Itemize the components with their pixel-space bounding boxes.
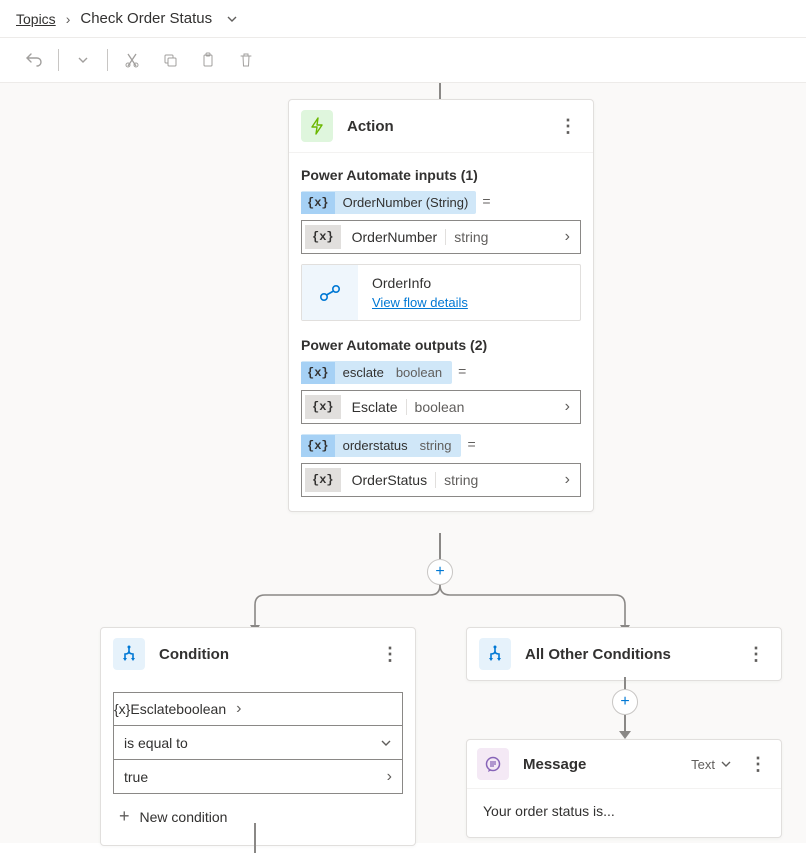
message-menu[interactable]: ⋮ — [745, 754, 771, 775]
paste-button[interactable] — [194, 46, 222, 74]
output2-variable-type: string — [416, 434, 462, 457]
message-node[interactable]: Message Text ⋮ Your order status is... — [466, 739, 782, 838]
equals: = — [482, 193, 490, 209]
output1-variable-type: boolean — [392, 361, 452, 384]
new-condition-button[interactable]: + New condition — [113, 794, 403, 833]
condition-value-field[interactable]: true › — [113, 760, 403, 794]
delete-button[interactable] — [232, 46, 260, 74]
input-variable-chip[interactable]: {x} OrderNumber (String) — [301, 191, 476, 214]
variable-icon: {x} — [305, 225, 341, 249]
arrow-down-icon — [619, 731, 631, 739]
plus-icon: + — [119, 806, 130, 827]
equals: = — [458, 363, 466, 379]
message-body[interactable]: Your order status is... — [467, 788, 781, 837]
all-other-title: All Other Conditions — [525, 646, 743, 663]
connector — [439, 83, 441, 99]
breadcrumb: Topics › Check Order Status — [0, 0, 806, 38]
all-other-header: All Other Conditions ⋮ — [467, 628, 781, 680]
condition-operator-field[interactable]: is equal to — [113, 726, 403, 760]
action-node[interactable]: Action ⋮ Power Automate inputs (1) {x} O… — [288, 99, 594, 512]
inputs-label: Power Automate inputs (1) — [301, 167, 581, 183]
variable-icon: {x} — [305, 395, 341, 419]
message-title: Message — [523, 756, 685, 773]
flow-icon — [302, 265, 358, 320]
chevron-right-icon: › — [226, 700, 251, 718]
condition-node[interactable]: Condition ⋮ {x} Esclate boolean › is equ… — [100, 627, 416, 846]
chevron-right-icon: › — [555, 228, 580, 246]
branch-icon — [113, 638, 145, 670]
equals: = — [467, 436, 475, 452]
chevron-right-icon: › — [377, 768, 402, 786]
copy-button[interactable] — [156, 46, 184, 74]
all-other-conditions-node[interactable]: All Other Conditions ⋮ — [466, 627, 782, 681]
variable-icon: {x} — [114, 701, 130, 717]
condition-operator: is equal to — [114, 735, 370, 751]
message-icon — [477, 748, 509, 780]
action-header: Action ⋮ — [289, 100, 593, 153]
message-type-selector[interactable]: Text — [685, 753, 737, 776]
output2-variable-chip[interactable]: {x} orderstatus string — [301, 434, 461, 457]
variable-icon: {x} — [301, 192, 335, 214]
new-condition-label: New condition — [140, 809, 228, 825]
output1-variable-chip[interactable]: {x} esclate boolean — [301, 361, 452, 384]
condition-value: true — [114, 769, 377, 785]
flow-card[interactable]: OrderInfo View flow details — [301, 264, 581, 321]
output1-field-name: Esclate — [344, 399, 406, 415]
breadcrumb-dropdown[interactable] — [222, 13, 238, 25]
toolbar — [0, 38, 806, 83]
toolbar-separator — [107, 49, 108, 71]
add-node-button[interactable]: + — [427, 559, 453, 585]
chevron-right-icon: › — [555, 471, 580, 489]
all-other-menu[interactable]: ⋮ — [743, 644, 769, 665]
redo-dropdown[interactable] — [69, 46, 97, 74]
input-variable-name: OrderNumber (String) — [335, 191, 477, 214]
output2-variable-name: orderstatus — [335, 434, 416, 457]
connector — [254, 823, 256, 853]
outputs-label: Power Automate outputs (2) — [301, 337, 581, 353]
input-field-name: OrderNumber — [344, 229, 446, 245]
chevron-right-icon: › — [555, 398, 580, 416]
undo-button[interactable] — [20, 46, 48, 74]
output1-field-type: boolean — [406, 399, 473, 415]
toolbar-separator — [58, 49, 59, 71]
action-body: Power Automate inputs (1) {x} OrderNumbe… — [289, 153, 593, 511]
action-menu[interactable]: ⋮ — [555, 116, 581, 137]
breadcrumb-root-link[interactable]: Topics — [16, 11, 56, 27]
condition-title: Condition — [159, 646, 377, 663]
breadcrumb-separator: › — [66, 11, 71, 27]
connector — [439, 533, 441, 559]
condition-header: Condition ⋮ — [101, 628, 415, 680]
condition-body: {x} Esclate boolean › is equal to true ›… — [101, 680, 415, 845]
input-field-type: string — [445, 229, 496, 245]
variable-icon: {x} — [301, 435, 335, 457]
message-header: Message Text ⋮ — [467, 740, 781, 788]
variable-icon: {x} — [301, 362, 335, 384]
flow-details-link[interactable]: View flow details — [372, 295, 468, 310]
branch-icon — [479, 638, 511, 670]
authoring-canvas: Action ⋮ Power Automate inputs (1) {x} O… — [0, 83, 806, 843]
cut-button[interactable] — [118, 46, 146, 74]
condition-variable-name: Esclate — [130, 701, 176, 717]
input-value-field[interactable]: {x} OrderNumber string › — [301, 220, 581, 254]
message-type-label: Text — [691, 757, 715, 772]
output2-field-type: string — [435, 472, 486, 488]
condition-menu[interactable]: ⋮ — [377, 644, 403, 665]
output1-variable-name: esclate — [335, 361, 392, 384]
variable-icon: {x} — [305, 468, 341, 492]
action-icon — [301, 110, 333, 142]
add-node-button[interactable]: + — [612, 689, 638, 715]
output1-value-field[interactable]: {x} Esclate boolean › — [301, 390, 581, 424]
action-title: Action — [347, 118, 555, 135]
output2-field-name: OrderStatus — [344, 472, 435, 488]
breadcrumb-current: Check Order Status — [80, 10, 212, 27]
condition-variable-field[interactable]: {x} Esclate boolean › — [113, 692, 403, 726]
chevron-down-icon — [370, 737, 402, 749]
flow-name: OrderInfo — [372, 275, 468, 291]
condition-variable-type: boolean — [176, 701, 226, 717]
output2-value-field[interactable]: {x} OrderStatus string › — [301, 463, 581, 497]
